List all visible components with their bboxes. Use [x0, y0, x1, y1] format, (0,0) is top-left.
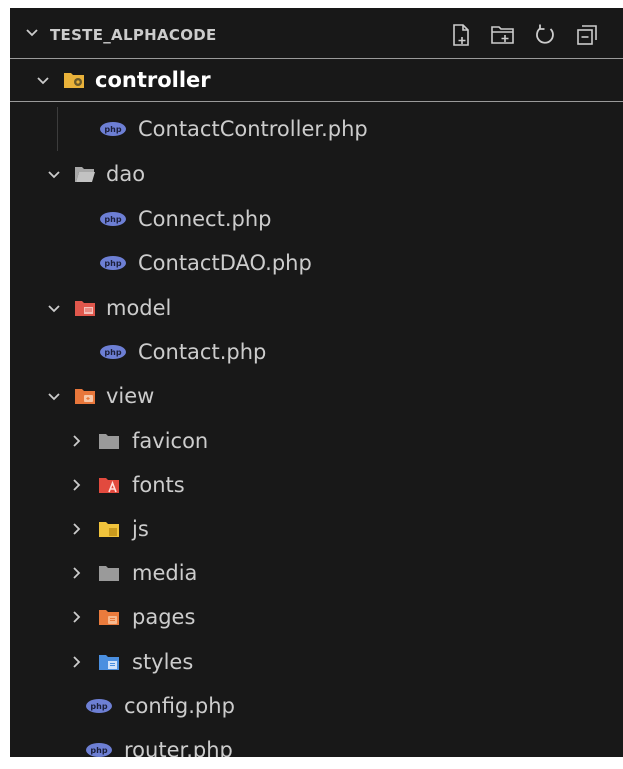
tree-label: router.php	[124, 738, 233, 757]
tree-label: styles	[132, 650, 194, 674]
styles-folder-icon	[98, 653, 120, 671]
tree-label: media	[132, 561, 198, 585]
tree-folder-view[interactable]: view	[10, 374, 623, 418]
tree-folder-controller[interactable]: controller	[10, 58, 623, 102]
tree-label: model	[106, 296, 172, 320]
tree-folder-favicon[interactable]: favicon	[10, 419, 623, 463]
chevron-down-icon[interactable]	[44, 298, 64, 318]
new-folder-icon[interactable]	[488, 20, 518, 50]
tree-label: controller	[95, 68, 211, 92]
js-folder-icon	[98, 520, 120, 538]
tree-label: fonts	[132, 473, 185, 497]
tree-label: js	[132, 517, 149, 541]
explorer-panel: TESTE_ALPHACODE controller php ContactCo…	[10, 8, 623, 757]
chevron-down-icon[interactable]	[44, 164, 64, 184]
php-file-icon: php	[100, 122, 126, 136]
php-file-icon: php	[86, 699, 112, 713]
chevron-right-icon[interactable]	[66, 431, 86, 451]
view-folder-icon	[74, 387, 96, 405]
tree-folder-pages[interactable]: pages	[10, 595, 623, 639]
php-file-icon: php	[100, 212, 126, 226]
tree-label: ContactController.php	[138, 117, 368, 141]
controller-folder-icon	[63, 71, 85, 89]
php-file-icon: php	[100, 256, 126, 270]
open-folder-icon	[74, 165, 96, 183]
explorer-header[interactable]: TESTE_ALPHACODE	[10, 8, 623, 60]
chevron-right-icon[interactable]	[66, 519, 86, 539]
php-file-icon: php	[86, 743, 112, 757]
tree-label: dao	[106, 162, 146, 186]
tree-file-connect[interactable]: php Connect.php	[10, 197, 623, 241]
tree-label: config.php	[124, 694, 235, 718]
chevron-right-icon[interactable]	[66, 563, 86, 583]
tree-folder-styles[interactable]: styles	[10, 640, 623, 684]
tree-folder-dao[interactable]: dao	[10, 152, 623, 196]
tree-file-config[interactable]: php config.php	[10, 684, 623, 728]
collapse-all-icon[interactable]	[572, 20, 602, 50]
chevron-right-icon[interactable]	[66, 652, 86, 672]
tree-folder-model[interactable]: model	[10, 286, 623, 330]
php-file-icon: php	[100, 345, 126, 359]
tree-file-contact-dao[interactable]: php ContactDAO.php	[10, 241, 623, 285]
chevron-down-icon[interactable]	[24, 24, 40, 45]
chevron-down-icon[interactable]	[33, 70, 53, 90]
tree-label: pages	[132, 605, 196, 629]
tree-label: Contact.php	[138, 340, 267, 364]
model-folder-icon	[74, 299, 96, 317]
tree-label: view	[106, 384, 155, 408]
chevron-right-icon[interactable]	[66, 607, 86, 627]
refresh-icon[interactable]	[530, 20, 560, 50]
tree-label: favicon	[132, 429, 209, 453]
tree-label: Connect.php	[138, 207, 272, 231]
folder-icon	[98, 432, 120, 450]
chevron-down-icon[interactable]	[44, 386, 64, 406]
tree-folder-fonts[interactable]: fonts	[10, 463, 623, 507]
tree-file-contact-controller[interactable]: php ContactController.php	[10, 107, 623, 151]
folder-icon	[98, 564, 120, 582]
explorer-actions	[446, 18, 602, 52]
tree-file-contact[interactable]: php Contact.php	[10, 330, 623, 374]
tree-folder-js[interactable]: js	[10, 507, 623, 551]
tree-file-router[interactable]: php router.php	[10, 728, 623, 757]
fonts-folder-icon	[98, 476, 120, 494]
pages-folder-icon	[98, 608, 120, 626]
new-file-icon[interactable]	[446, 20, 476, 50]
tree-folder-media[interactable]: media	[10, 551, 623, 595]
tree-label: ContactDAO.php	[138, 251, 312, 275]
chevron-right-icon[interactable]	[66, 475, 86, 495]
workspace-title[interactable]: TESTE_ALPHACODE	[50, 25, 217, 45]
